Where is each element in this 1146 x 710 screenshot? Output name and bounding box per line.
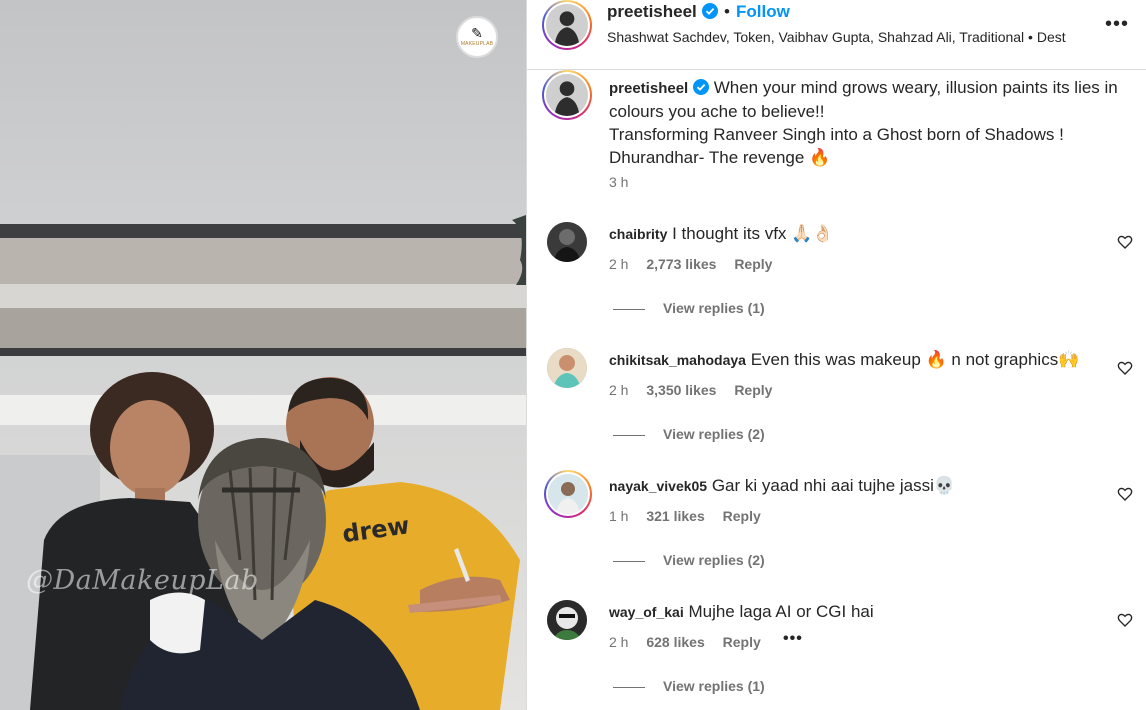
reply-button[interactable]: Reply xyxy=(723,634,761,650)
comment-username[interactable]: way_of_kai xyxy=(609,604,684,620)
video-watermark: @DaMakeupLab xyxy=(26,565,259,596)
caption-line-2: Transforming Ranveer Singh into a Ghost … xyxy=(609,125,1064,144)
comment-text: Gar ki yaad nhi aai tujhe jassi💀 xyxy=(711,476,956,495)
comment-item: chikitsak_mahodaya Even this was makeup … xyxy=(527,348,1146,474)
author-photo xyxy=(546,4,588,46)
comment-body: chaibrity I thought its vfx 🙏🏻👌🏻 xyxy=(609,224,1089,244)
author-avatar[interactable] xyxy=(542,0,592,50)
comment-text: Mujhe laga AI or CGI hai xyxy=(688,602,874,621)
caption-username[interactable]: preetisheel xyxy=(609,80,688,97)
comment-time[interactable]: 1 h xyxy=(609,508,628,524)
post-video-frame: drew xyxy=(0,0,526,710)
comment-avatar[interactable] xyxy=(547,600,587,640)
comment-text: Even this was makeup 🔥 n not graphics🙌 xyxy=(750,350,1080,369)
like-heart-icon[interactable] xyxy=(1117,234,1133,250)
like-heart-icon[interactable] xyxy=(1117,486,1133,502)
comment-username[interactable]: chaibrity xyxy=(609,226,667,242)
post-details-panel: preetisheel • Follow Shashwat Sachdev, T… xyxy=(527,0,1146,710)
verified-badge-icon xyxy=(701,3,718,19)
verified-badge-icon xyxy=(692,79,709,95)
caption-author-photo xyxy=(546,74,588,116)
comment-username[interactable]: nayak_vivek05 xyxy=(609,478,707,494)
post-media[interactable]: drew ✎ MAKEUPLAB @DaMakeupLab xyxy=(0,0,526,710)
comment-username[interactable]: chikitsak_mahodaya xyxy=(609,352,746,368)
view-replies-button[interactable]: View replies (2) xyxy=(613,552,765,568)
comment-body: nayak_vivek05 Gar ki yaad nhi aai tujhe … xyxy=(609,476,1089,496)
comment-body: chikitsak_mahodaya Even this was makeup … xyxy=(609,350,1089,370)
comment-meta: 2 h 2,773 likes Reply xyxy=(609,256,786,272)
comment-meta: 2 h 3,350 likes Reply xyxy=(609,382,786,398)
author-username[interactable]: preetisheel xyxy=(607,2,718,22)
view-replies-button[interactable]: View replies (2) xyxy=(613,426,765,442)
reply-button[interactable]: Reply xyxy=(734,256,772,272)
comment-text: I thought its vfx 🙏🏻👌🏻 xyxy=(672,224,834,243)
comment-item: way_of_kai Mujhe laga AI or CGI hai 2 h … xyxy=(527,600,1146,710)
logo-glyph-icon: ✎ xyxy=(471,26,483,42)
like-heart-icon[interactable] xyxy=(1117,360,1133,376)
caption-timestamp[interactable]: 3 h xyxy=(609,174,628,190)
comment-meta: 2 h 628 likes Reply xyxy=(609,634,775,650)
comment-meta: 1 h 321 likes Reply xyxy=(609,508,775,524)
comment-likes[interactable]: 321 likes xyxy=(646,508,704,524)
comment-time[interactable]: 2 h xyxy=(609,382,628,398)
caption-author-avatar[interactable] xyxy=(542,70,592,120)
comment-avatar[interactable] xyxy=(547,348,587,388)
view-replies-button[interactable]: View replies (1) xyxy=(613,300,765,316)
comment-item: nayak_vivek05 Gar ki yaad nhi aai tujhe … xyxy=(527,470,1146,600)
logo-text: MAKEUPLAB xyxy=(460,41,494,47)
follow-button[interactable]: Follow xyxy=(736,2,790,22)
caption-line-3: Dhurandhar- The revenge 🔥 xyxy=(609,148,831,167)
comment-item: chaibrity I thought its vfx 🙏🏻👌🏻 2 h 2,7… xyxy=(527,222,1146,348)
comment-avatar[interactable] xyxy=(544,470,592,518)
comment-avatar[interactable] xyxy=(547,222,587,262)
comment-body: way_of_kai Mujhe laga AI or CGI hai xyxy=(609,602,1089,622)
view-replies-button[interactable]: View replies (1) xyxy=(613,678,765,694)
comment-likes[interactable]: 2,773 likes xyxy=(646,256,716,272)
caption-text: preetisheel When your mind grows weary, … xyxy=(609,76,1119,169)
audio-attribution[interactable]: Shashwat Sachdev, Token, Vaibhav Gupta, … xyxy=(607,29,1107,45)
comment-likes[interactable]: 3,350 likes xyxy=(646,382,716,398)
comment-time[interactable]: 2 h xyxy=(609,634,628,650)
reply-button[interactable]: Reply xyxy=(723,508,761,524)
like-heart-icon[interactable] xyxy=(1117,612,1133,628)
comment-likes[interactable]: 628 likes xyxy=(646,634,704,650)
header-separator: • xyxy=(724,2,730,21)
reply-button[interactable]: Reply xyxy=(734,382,772,398)
creator-logo: ✎ MAKEUPLAB xyxy=(456,16,498,58)
more-options-icon[interactable]: ••• xyxy=(1105,13,1129,36)
comment-more-options-icon[interactable]: ••• xyxy=(783,630,803,648)
comment-time[interactable]: 2 h xyxy=(609,256,628,272)
post-header: preetisheel • Follow Shashwat Sachdev, T… xyxy=(527,0,1146,70)
